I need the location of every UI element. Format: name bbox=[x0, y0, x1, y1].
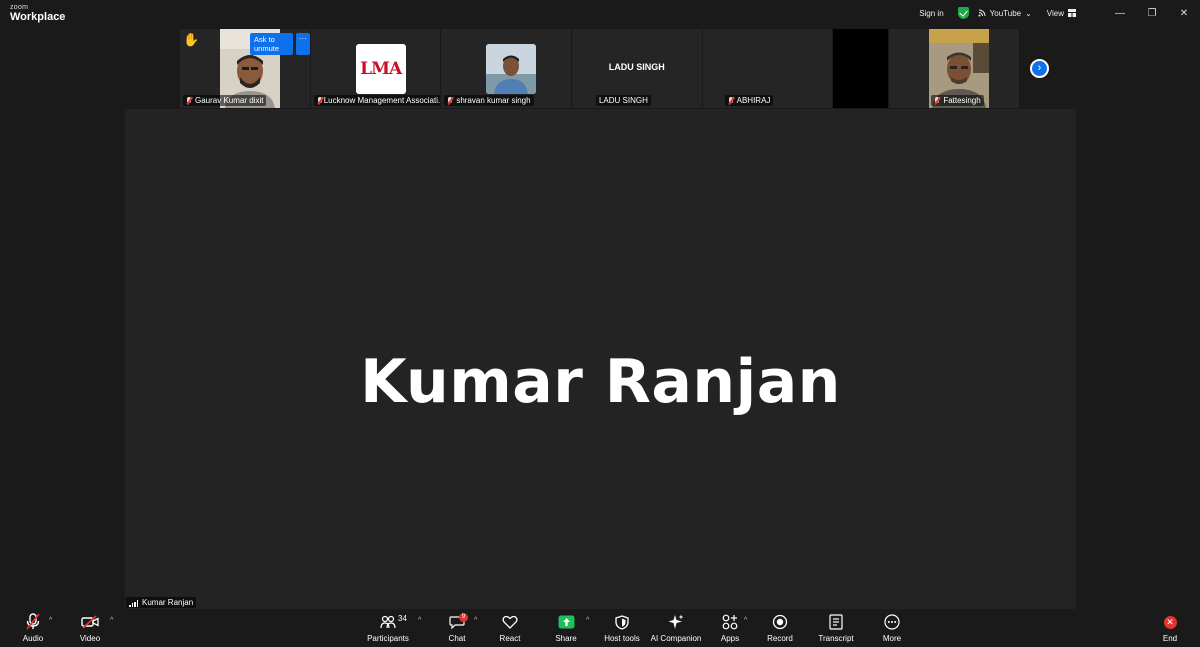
participant-name-label: ABHIRAJ bbox=[724, 95, 774, 106]
youtube-label: YouTube bbox=[989, 8, 1022, 18]
muted-mic-icon bbox=[186, 96, 192, 105]
transcript-button[interactable]: Transcript bbox=[816, 612, 856, 646]
view-button[interactable]: View bbox=[1047, 9, 1076, 18]
participant-name-label: Gaurav Kumar dixit bbox=[183, 95, 267, 106]
next-page-arrow-button[interactable]: › bbox=[1030, 59, 1049, 78]
share-button[interactable]: Share bbox=[551, 612, 581, 646]
apps-icon bbox=[722, 614, 738, 630]
brand-name: Workplace bbox=[10, 11, 66, 23]
more-dots-icon bbox=[884, 614, 900, 630]
heart-icon bbox=[502, 615, 518, 629]
audio-button[interactable]: Audio bbox=[17, 612, 49, 646]
participant-tile[interactable]: shravan kumar singh bbox=[441, 29, 572, 108]
participant-center-name: LADU SINGH bbox=[608, 62, 665, 72]
participants-options-chevron-icon[interactable]: ^ bbox=[418, 617, 421, 624]
raise-hand-icon: ✋ bbox=[183, 32, 200, 47]
brand-small: zoom bbox=[10, 4, 29, 11]
react-button[interactable]: React bbox=[495, 612, 525, 646]
logo-text: LMA bbox=[360, 59, 402, 79]
active-speaker-stage: Kumar Ranjan Kumar Ranjan bbox=[125, 109, 1076, 609]
ask-to-unmute-button[interactable]: Ask to unmute bbox=[250, 33, 293, 55]
apps-button[interactable]: Apps bbox=[716, 612, 744, 646]
video-label: Video bbox=[79, 634, 101, 643]
participants-label: Participants bbox=[367, 634, 409, 643]
ai-companion-label: AI Companion bbox=[650, 634, 702, 643]
chat-options-chevron-icon[interactable]: ^ bbox=[474, 617, 477, 624]
end-label: End bbox=[1162, 634, 1178, 643]
audio-label: Audio bbox=[22, 634, 44, 643]
audio-options-chevron-icon[interactable]: ^ bbox=[49, 617, 52, 624]
participant-strip: ✋ Ask to unmute ··· Gaurav Kumar dixit L… bbox=[180, 29, 1020, 108]
participant-tile[interactable]: ABHIRAJ bbox=[702, 29, 834, 108]
chevron-down-icon: ⌄ bbox=[1025, 8, 1032, 18]
minimize-button[interactable]: — bbox=[1104, 8, 1136, 19]
record-label: Record bbox=[767, 634, 793, 643]
transcript-icon bbox=[829, 614, 843, 630]
muted-mic-icon bbox=[26, 613, 40, 630]
apps-label: Apps bbox=[720, 634, 740, 643]
active-speaker-name: Kumar Ranjan bbox=[360, 347, 841, 417]
share-options-chevron-icon[interactable]: ^ bbox=[586, 617, 589, 624]
meeting-toolbar: Audio ^ Video ^ Participants 34 ^ Chat 9… bbox=[0, 609, 1200, 647]
close-window-button[interactable]: ✕ bbox=[1168, 8, 1200, 19]
chat-label: Chat bbox=[448, 634, 466, 643]
record-button[interactable]: Record bbox=[764, 612, 796, 646]
participant-tile[interactable]: ✋ Ask to unmute ··· Gaurav Kumar dixit bbox=[180, 29, 311, 108]
participant-name-label: Lucknow Management Associati... bbox=[313, 95, 442, 106]
more-label: More bbox=[882, 634, 902, 643]
host-tools-label: Host tools bbox=[604, 634, 640, 643]
speaker-name: Kumar Ranjan bbox=[142, 598, 194, 607]
app-brand: zoom Workplace bbox=[10, 4, 65, 23]
youtube-stream-button[interactable]: YouTube ⌄ bbox=[978, 9, 1032, 18]
record-icon bbox=[772, 614, 788, 630]
participant-name: Lucknow Management Associati... bbox=[323, 96, 442, 105]
video-off-icon bbox=[81, 615, 99, 629]
participant-name: shravan kumar singh bbox=[456, 96, 531, 105]
muted-mic-icon bbox=[317, 96, 322, 105]
live-stream-icon bbox=[978, 9, 986, 17]
muted-mic-icon bbox=[934, 96, 940, 105]
muted-mic-icon bbox=[447, 96, 453, 105]
video-button[interactable]: Video bbox=[74, 612, 106, 646]
view-label: View bbox=[1046, 8, 1064, 18]
encryption-shield-icon[interactable] bbox=[957, 7, 969, 19]
organization-logo: LMA bbox=[355, 44, 406, 94]
participant-tile[interactable]: LMA Lucknow Management Associati... bbox=[310, 29, 442, 108]
participants-icon bbox=[380, 615, 396, 629]
host-tools-button[interactable]: Host tools bbox=[601, 612, 643, 646]
blank-video-tile bbox=[833, 29, 890, 108]
chat-unread-badge: 9 bbox=[459, 613, 468, 622]
muted-mic-icon bbox=[728, 96, 734, 105]
signal-strength-icon bbox=[129, 600, 138, 607]
participant-tile[interactable]: LADU SINGH LADU SINGH bbox=[571, 29, 703, 108]
participant-name-label: shravan kumar singh bbox=[444, 95, 534, 106]
apps-options-chevron-icon[interactable]: ^ bbox=[744, 617, 747, 624]
sparkle-icon bbox=[668, 614, 684, 629]
participant-name-label: Fattesingh bbox=[931, 95, 984, 106]
ai-companion-button[interactable]: AI Companion bbox=[650, 612, 702, 646]
transcript-label: Transcript bbox=[818, 634, 854, 643]
shield-icon bbox=[615, 614, 629, 630]
restore-button[interactable]: ❐ bbox=[1136, 8, 1168, 19]
title-bar: zoom Workplace Sign in YouTube ⌄ View — … bbox=[0, 0, 1200, 28]
end-meeting-button[interactable]: ✕ End bbox=[1158, 612, 1182, 646]
video-options-chevron-icon[interactable]: ^ bbox=[110, 617, 113, 624]
end-close-icon: ✕ bbox=[1163, 615, 1177, 629]
participant-name: LADU SINGH bbox=[598, 96, 648, 105]
more-button[interactable]: More bbox=[878, 612, 906, 646]
participant-name-label: LADU SINGH bbox=[595, 95, 651, 106]
tile-more-options-button[interactable]: ··· bbox=[295, 33, 310, 55]
share-screen-icon bbox=[558, 615, 574, 629]
react-label: React bbox=[499, 634, 521, 643]
participant-name: Gaurav Kumar dixit bbox=[195, 96, 264, 105]
sign-in-link[interactable]: Sign in bbox=[919, 9, 943, 18]
grid-view-icon bbox=[1068, 9, 1076, 17]
participant-name: ABHIRAJ bbox=[736, 96, 771, 105]
participant-name: Fattesingh bbox=[943, 96, 981, 105]
share-label: Share bbox=[555, 634, 577, 643]
participant-avatar-photo bbox=[486, 44, 537, 94]
participants-count: 34 bbox=[398, 614, 407, 623]
speaker-name-label: Kumar Ranjan bbox=[126, 597, 197, 608]
participant-tile[interactable]: Fattesingh bbox=[889, 29, 1020, 108]
